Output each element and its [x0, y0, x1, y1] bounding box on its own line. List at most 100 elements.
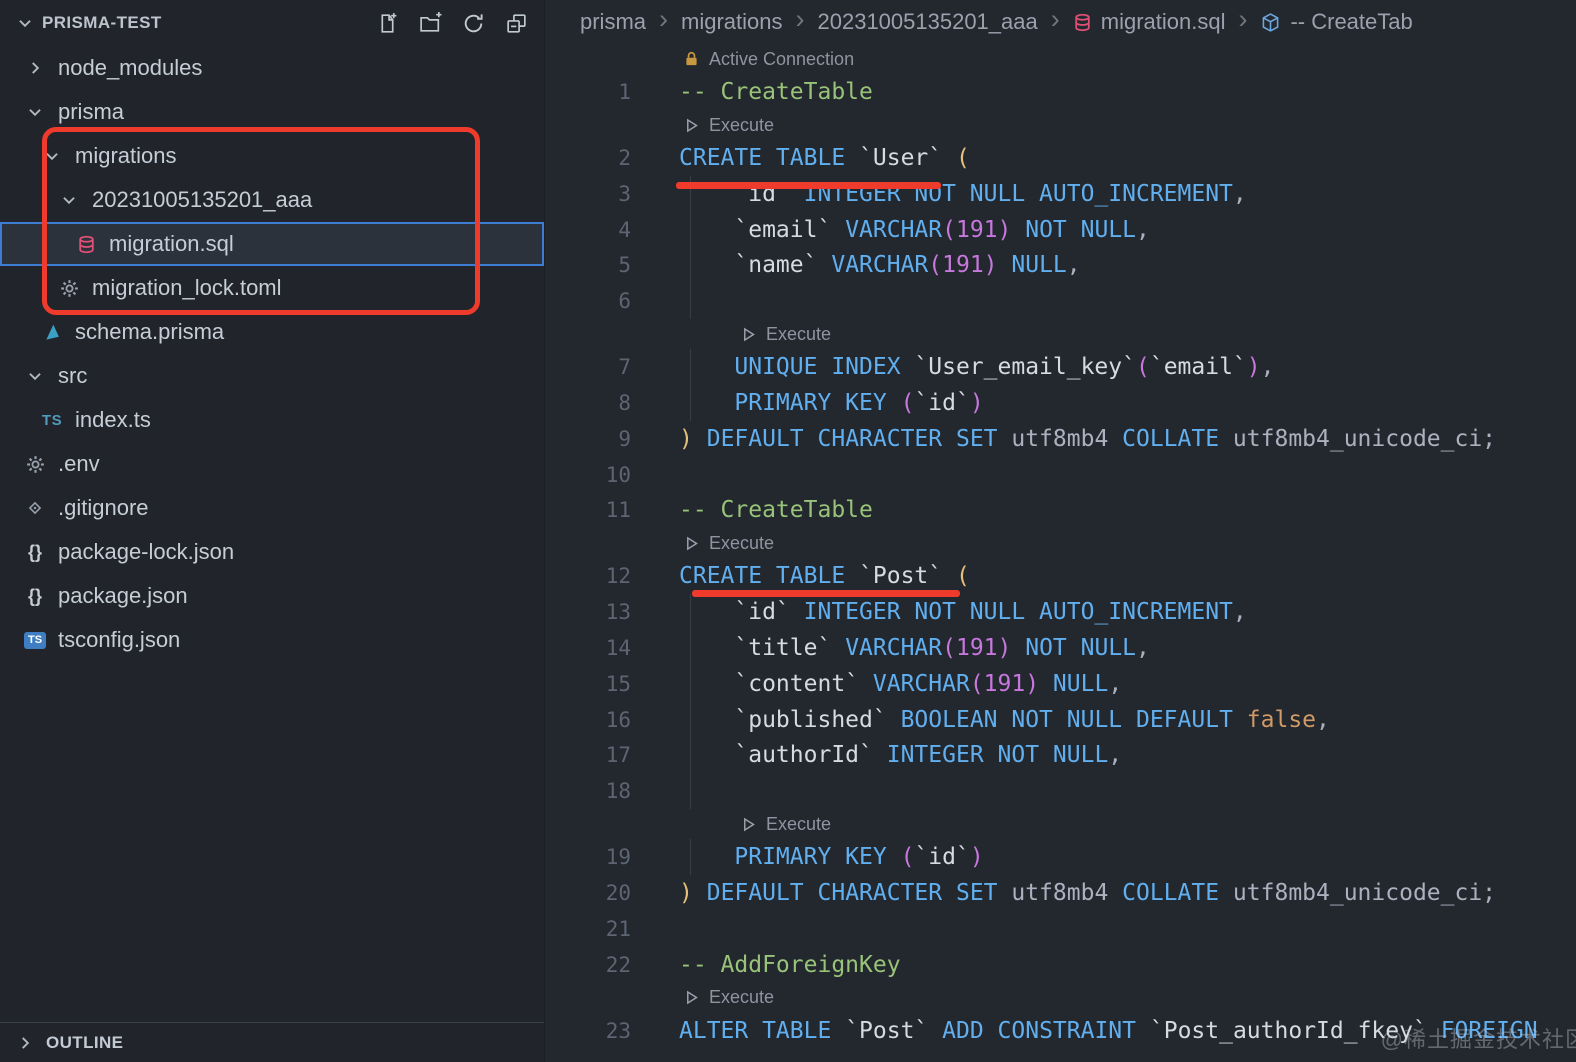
new-file-button[interactable]: [374, 10, 401, 37]
line-number[interactable]: 9: [546, 427, 631, 451]
ts-icon: TS: [41, 411, 63, 429]
new-folder-button[interactable]: [417, 10, 444, 37]
code-line-6[interactable]: 6: [546, 283, 1576, 319]
explorer-toolbar: [374, 10, 530, 37]
line-number[interactable]: 22: [546, 953, 631, 977]
code-line-4[interactable]: 4 `email` VARCHAR(191) NOT NULL,: [546, 211, 1576, 248]
code-line-22[interactable]: 22 -- AddForeignKey: [546, 947, 1576, 983]
outline-section[interactable]: OUTLINE: [0, 1022, 544, 1062]
code-line-20[interactable]: 20) DEFAULT CHARACTER SET utf8mb4 COLLAT…: [546, 875, 1576, 911]
code-line-12[interactable]: 12 CREATE TABLE `Post` (: [546, 559, 1576, 595]
line-number[interactable]: 19: [546, 845, 631, 869]
breadcrumb-label: prisma: [580, 9, 647, 34]
line-number[interactable]: 13: [546, 600, 631, 624]
codelens-execute[interactable]: Execute: [546, 809, 1576, 839]
code-line-1[interactable]: 1 -- CreateTable: [546, 74, 1576, 110]
sidebar-item-index-ts[interactable]: TS index.ts: [0, 398, 544, 442]
vscode-window: PRISMA-TEST node_modules prisma migrations…: [0, 0, 1576, 1062]
codelens-label: Execute: [709, 987, 775, 1008]
code-line-14[interactable]: 14 `title` VARCHAR(191) NOT NULL,: [546, 630, 1576, 666]
code-line-5[interactable]: 5 `name` VARCHAR(191) NULL,: [546, 247, 1576, 284]
code-line-18[interactable]: 18: [546, 773, 1576, 809]
chevron-down-icon[interactable]: [37, 147, 67, 165]
line-number[interactable]: 2: [546, 146, 631, 170]
line-number[interactable]: 7: [546, 355, 631, 379]
code-line-8[interactable]: 8 PRIMARY KEY (`id`): [546, 385, 1576, 421]
line-number[interactable]: 1: [546, 80, 631, 104]
code-line-text: UNIQUE INDEX `User_email_key`(`email`),: [734, 354, 1275, 381]
code-line-19[interactable]: 19 PRIMARY KEY (`id`): [546, 839, 1576, 875]
code-line-10[interactable]: 10: [546, 457, 1576, 493]
code-line-text: -- AddForeignKey: [679, 951, 901, 978]
code-line-21[interactable]: 21: [546, 911, 1576, 947]
line-number[interactable]: 5: [546, 253, 631, 277]
line-number[interactable]: 21: [546, 917, 631, 941]
code-line-7[interactable]: 7 UNIQUE INDEX `User_email_key`(`email`)…: [546, 349, 1576, 385]
folder-plus-icon: [418, 11, 443, 36]
sidebar-item-prisma[interactable]: prisma: [0, 90, 544, 134]
codelens-execute[interactable]: Execute: [546, 528, 1576, 558]
sidebar-item-node-modules[interactable]: node_modules: [0, 46, 544, 90]
cube-icon: [1260, 12, 1281, 33]
breadcrumb-item[interactable]: -- CreateTab: [1260, 9, 1413, 35]
sidebar-item-schema-prisma[interactable]: schema.prisma: [0, 310, 544, 354]
sidebar-item--gitignore[interactable]: .gitignore: [0, 486, 544, 530]
line-number[interactable]: 18: [546, 779, 631, 803]
line-number[interactable]: 17: [546, 743, 631, 767]
chevron-right-icon[interactable]: [20, 59, 50, 77]
sidebar-item-package-json[interactable]: {} package.json: [0, 574, 544, 618]
code-line-text: CREATE TABLE `Post` (: [679, 563, 970, 590]
code-area[interactable]: Active Connection 1 -- CreateTable Execute 2…: [546, 44, 1576, 1062]
collapse-folders-button[interactable]: [503, 10, 530, 37]
code-line-11[interactable]: 11 -- CreateTable: [546, 493, 1576, 529]
codelens-label: Active Connection: [709, 48, 855, 69]
code-line-9[interactable]: 9) DEFAULT CHARACTER SET utf8mb4 COLLATE…: [546, 421, 1576, 457]
code-line-text: `title` VARCHAR(191) NOT NULL,: [734, 635, 1150, 661]
line-number[interactable]: 10: [546, 463, 631, 487]
code-line-13[interactable]: 13 `id` INTEGER NOT NULL AUTO_INCREMENT,: [546, 594, 1576, 630]
line-number[interactable]: 6: [546, 289, 631, 313]
refresh-explorer-button[interactable]: [460, 10, 487, 37]
file-plus-icon: [375, 11, 400, 36]
codelens-execute[interactable]: Execute: [546, 319, 1576, 349]
sidebar-item-src[interactable]: src: [0, 354, 544, 398]
breadcrumb-separator: ›: [795, 3, 805, 34]
sidebar-item-package-lock-json[interactable]: {} package-lock.json: [0, 530, 544, 574]
codelens-execute[interactable]: Execute: [546, 982, 1576, 1012]
breadcrumb-item[interactable]: 20231005135201_aaa: [818, 9, 1038, 35]
breadcrumb-item[interactable]: migration.sql: [1073, 9, 1226, 35]
sidebar-item-20231005135201-aaa[interactable]: 20231005135201_aaa: [0, 178, 544, 222]
sidebar-item-migration-sql[interactable]: migration.sql: [0, 222, 544, 266]
line-number[interactable]: 12: [546, 564, 631, 588]
sidebar-item-label: package.json: [58, 583, 188, 608]
line-number[interactable]: 16: [546, 708, 631, 732]
code-line-17[interactable]: 17 `authorId` INTEGER NOT NULL,: [546, 737, 1576, 774]
line-number[interactable]: 3: [546, 182, 631, 206]
sidebar-item--env[interactable]: .env: [0, 442, 544, 486]
chevron-down-icon[interactable]: [10, 14, 40, 32]
file-tree: node_modules prisma migrations 202310051352…: [0, 46, 544, 662]
breadcrumb-item[interactable]: prisma: [580, 9, 646, 35]
line-number[interactable]: 4: [546, 218, 631, 242]
chevron-down-icon[interactable]: [20, 103, 50, 121]
sidebar-item-migrations[interactable]: migrations: [0, 134, 544, 178]
code-line-text: -- CreateTable: [679, 79, 873, 106]
breadcrumb-item[interactable]: migrations: [681, 9, 782, 35]
chevron-down-icon[interactable]: [20, 367, 50, 385]
line-number[interactable]: 14: [546, 636, 631, 660]
line-number[interactable]: 15: [546, 672, 631, 696]
sidebar-item-migration-lock-toml[interactable]: migration_lock.toml: [0, 266, 544, 310]
line-number[interactable]: 20: [546, 881, 631, 905]
sidebar-item-label: migration.sql: [109, 231, 234, 256]
line-number[interactable]: 11: [546, 498, 631, 522]
code-line-15[interactable]: 15 `content` VARCHAR(191) NULL,: [546, 665, 1576, 702]
line-number[interactable]: 23: [546, 1019, 631, 1043]
breadcrumb-label: migration.sql: [1100, 9, 1226, 34]
code-line-2[interactable]: 2 CREATE TABLE `User` (: [546, 140, 1576, 176]
codelens-execute[interactable]: Execute: [546, 110, 1576, 140]
chevron-down-icon[interactable]: [54, 191, 84, 209]
code-line-16[interactable]: 16 `published` BOOLEAN NOT NULL DEFAULT …: [546, 701, 1576, 738]
line-number[interactable]: 8: [546, 391, 631, 415]
sidebar-item-tsconfig-json[interactable]: TS tsconfig.json: [0, 618, 544, 662]
codelens-active-connection[interactable]: Active Connection: [546, 44, 1576, 74]
